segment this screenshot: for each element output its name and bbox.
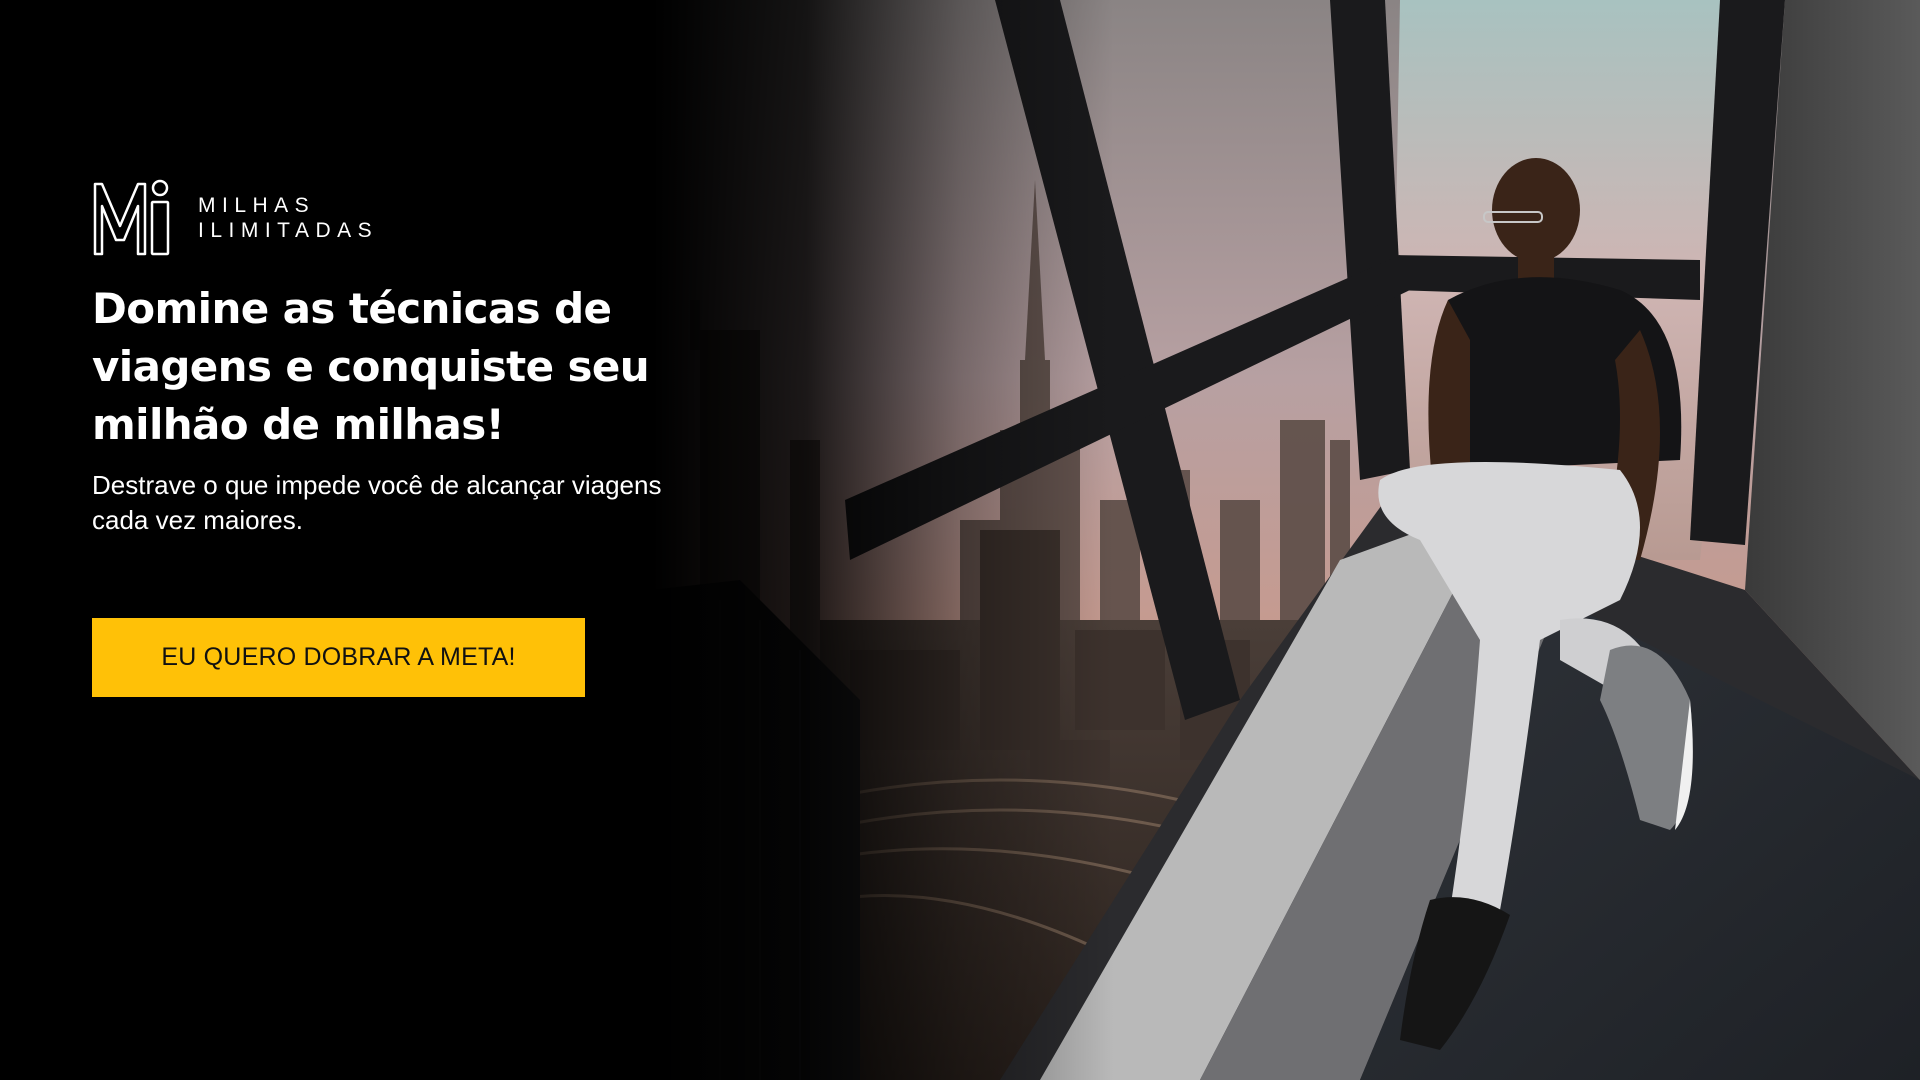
hero-headline: Domine as técnicas de viagens e conquist… (92, 284, 650, 449)
brand-name-line-1: MILHAS (198, 193, 316, 217)
mi-monogram-icon (93, 179, 170, 256)
hero-content: MILHAS ILIMITADAS Domine as técnicas de … (92, 178, 712, 697)
cta-button[interactable]: EU QUERO DOBRAR A META! (92, 618, 585, 697)
brand-wordmark: MILHAS ILIMITADAS (198, 194, 378, 243)
brand-name-line-2: ILIMITADAS (198, 218, 379, 242)
brand-logo[interactable]: MILHAS ILIMITADAS (92, 178, 712, 258)
hero-banner: MILHAS ILIMITADAS Domine as técnicas de … (0, 0, 1920, 1080)
hero-subheadline: Destrave o que impede você de alcançar v… (92, 470, 662, 535)
